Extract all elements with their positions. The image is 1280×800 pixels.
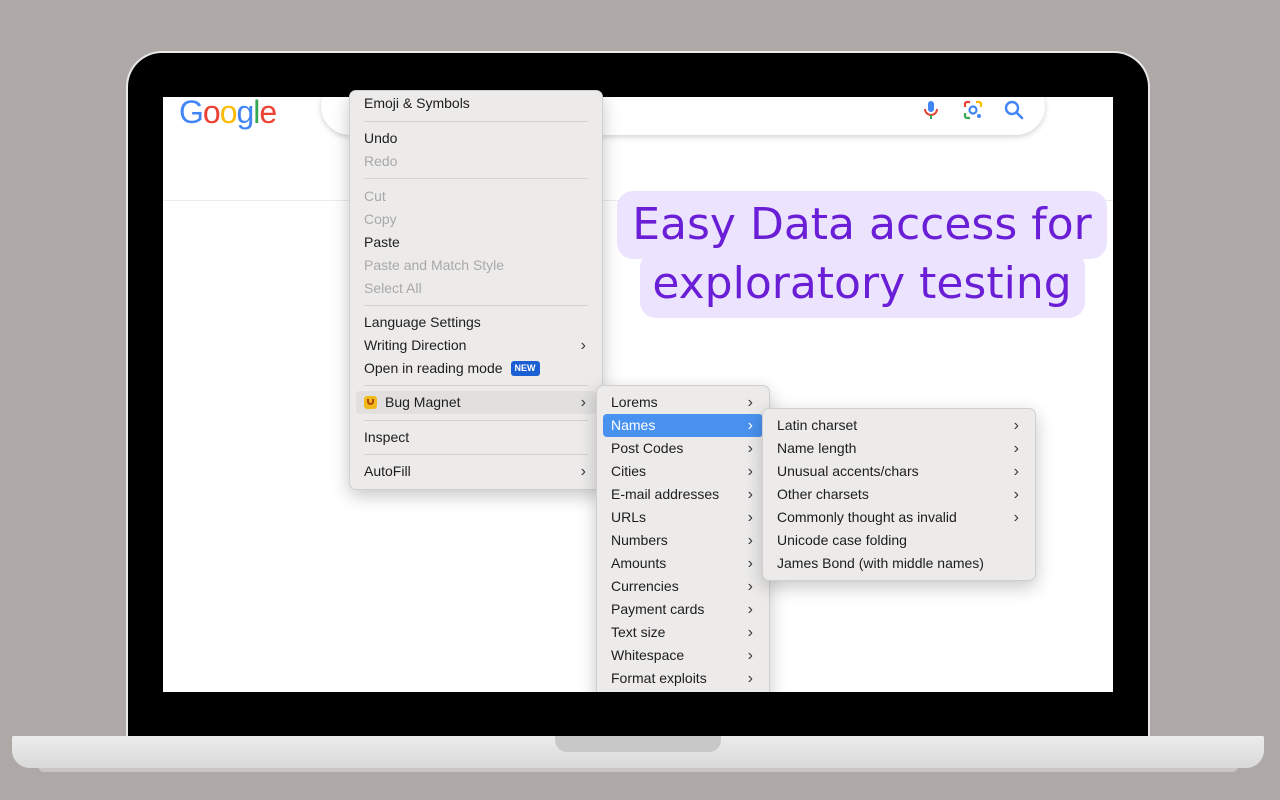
chevron-right-icon: ›	[747, 555, 753, 572]
menu-item-language-settings[interactable]: Language Settings	[356, 311, 596, 334]
submenu-item-urls[interactable]: URLs ›	[603, 506, 763, 529]
chevron-right-icon: ›	[747, 440, 753, 457]
chevron-right-icon: ›	[747, 486, 753, 503]
menu-item-paste[interactable]: Paste	[356, 231, 596, 254]
menu-item-writing-direction[interactable]: Writing Direction ›	[356, 334, 596, 357]
microphone-icon[interactable]	[920, 99, 942, 121]
submenu-item-cities[interactable]: Cities ›	[603, 460, 763, 483]
lens-camera-icon[interactable]	[962, 99, 984, 121]
submenu-item-post-codes[interactable]: Post Codes ›	[603, 437, 763, 460]
laptop-notch	[555, 736, 721, 752]
chevron-right-icon: ›	[747, 601, 753, 618]
chevron-right-icon: ›	[747, 624, 753, 641]
menu-item-undo[interactable]: Undo	[356, 127, 596, 150]
chevron-right-icon: ›	[1013, 440, 1019, 457]
menu-separator	[364, 454, 588, 455]
menu-item-redo: Redo	[364, 153, 398, 169]
menu-item-bug-magnet[interactable]: Bug Magnet ›	[356, 391, 596, 414]
chevron-right-icon: ›	[1013, 509, 1019, 526]
submenu-item-names[interactable]: Names ›	[603, 414, 763, 437]
submenu-item-whitespace[interactable]: Whitespace ›	[603, 644, 763, 667]
menu-item-cut: Cut	[364, 188, 386, 204]
names-item-commonly-invalid[interactable]: Commonly thought as invalid ›	[769, 506, 1029, 529]
submenu-item-amounts[interactable]: Amounts ›	[603, 552, 763, 575]
chevron-right-icon: ›	[580, 463, 586, 480]
menu-item-select-all: Select All	[364, 280, 422, 296]
menu-item-copy: Copy	[364, 211, 397, 227]
names-item-other-charsets[interactable]: Other charsets ›	[769, 483, 1029, 506]
chevron-right-icon: ›	[747, 394, 753, 411]
submenu-item-text-size[interactable]: Text size ›	[603, 621, 763, 644]
search-icon[interactable]	[1003, 99, 1025, 121]
chevron-right-icon: ›	[1013, 417, 1019, 434]
chevron-right-icon: ›	[580, 337, 586, 354]
names-item-name-length[interactable]: Name length ›	[769, 437, 1029, 460]
menu-separator	[364, 305, 588, 306]
chevron-right-icon: ›	[747, 532, 753, 549]
menu-item-paste-match-style: Paste and Match Style	[364, 257, 505, 273]
menu-separator	[364, 420, 588, 421]
headline-line-1: Easy Data access for	[632, 199, 1092, 250]
bug-magnet-submenu: Lorems › Names › Post Codes › Cities › E-mai…	[596, 385, 770, 702]
names-item-unusual-accents[interactable]: Unusual accents/chars ›	[769, 460, 1029, 483]
names-item-james-bond[interactable]: James Bond (with middle names)	[769, 552, 1029, 575]
menu-separator	[364, 121, 588, 122]
new-badge: NEW	[510, 361, 540, 376]
screen-bezel-bottom	[130, 692, 1146, 736]
google-logo[interactable]: Google	[179, 97, 277, 131]
submenu-item-lorems[interactable]: Lorems ›	[603, 391, 763, 414]
chevron-right-icon: ›	[747, 670, 753, 687]
chevron-right-icon: ›	[747, 509, 753, 526]
menu-separator	[364, 385, 588, 386]
menu-item-inspect[interactable]: Inspect	[356, 426, 596, 449]
headline-line-2: exploratory testing	[652, 258, 1072, 309]
chevron-right-icon: ›	[747, 578, 753, 595]
chevron-right-icon: ›	[747, 463, 753, 480]
submenu-item-numbers[interactable]: Numbers ›	[603, 529, 763, 552]
names-item-unicode-case-folding[interactable]: Unicode case folding	[769, 529, 1029, 552]
chevron-right-icon: ›	[747, 647, 753, 664]
chevron-right-icon: ›	[1013, 463, 1019, 480]
menu-item-emoji-symbols[interactable]: Emoji & Symbols	[356, 92, 596, 115]
chevron-right-icon: ›	[747, 417, 753, 434]
menu-item-reading-mode[interactable]: Open in reading mode NEW	[356, 357, 596, 380]
chevron-right-icon: ›	[580, 394, 586, 411]
names-submenu: Latin charset › Name length › Unusual acce…	[762, 408, 1036, 581]
submenu-item-email-addresses[interactable]: E-mail addresses ›	[603, 483, 763, 506]
submenu-item-format-exploits[interactable]: Format exploits ›	[603, 667, 763, 690]
chevron-right-icon: ›	[1013, 486, 1019, 503]
menu-separator	[364, 178, 588, 179]
bug-magnet-icon	[364, 396, 377, 409]
names-item-latin-charset[interactable]: Latin charset ›	[769, 414, 1029, 437]
submenu-item-payment-cards[interactable]: Payment cards ›	[603, 598, 763, 621]
menu-item-autofill[interactable]: AutoFill ›	[356, 460, 596, 483]
context-menu: Emoji & Symbols Undo Redo Cut Copy Paste…	[349, 90, 603, 490]
headline-banner: Easy Data access for exploratory testing	[617, 191, 1107, 318]
submenu-item-currencies[interactable]: Currencies ›	[603, 575, 763, 598]
